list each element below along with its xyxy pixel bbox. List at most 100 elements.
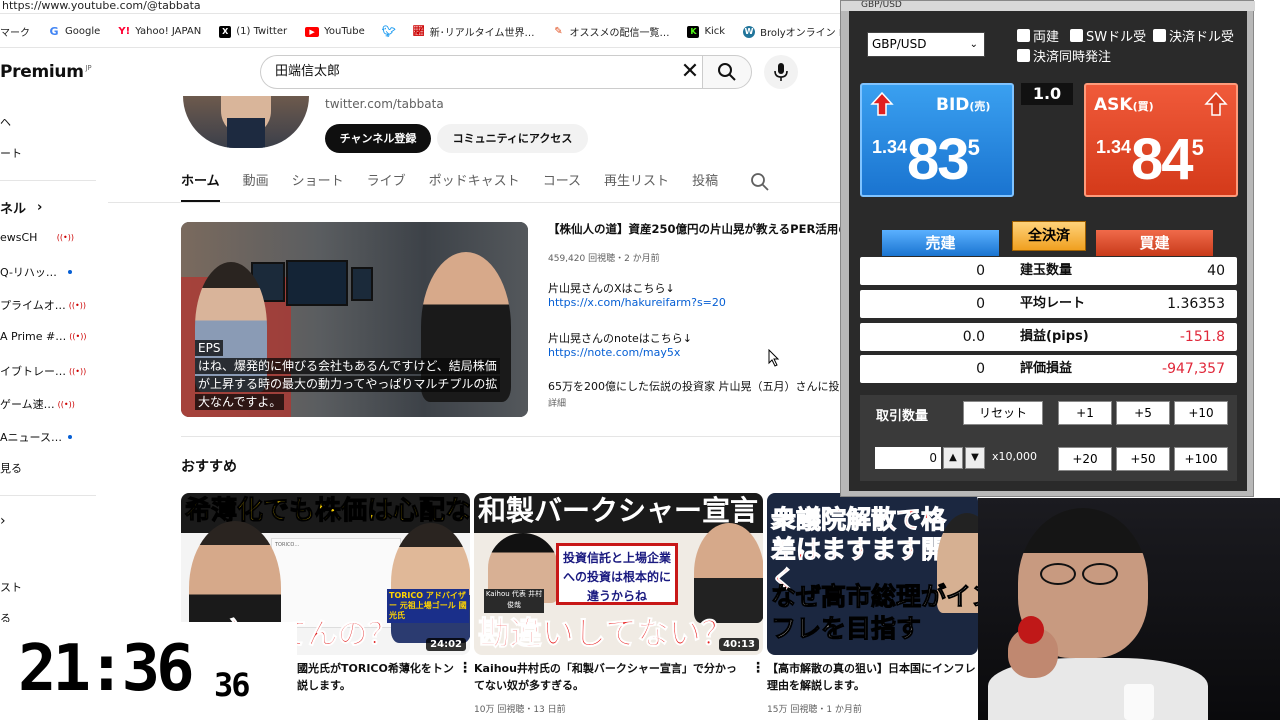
quantity-up-icon[interactable]: ▲ <box>943 447 963 469</box>
video-meta: 15万 回視聴・1 か月前 <box>767 705 862 715</box>
bookmark-label: Yahoo! JAPAN <box>135 26 202 37</box>
community-button[interactable]: コミュニティにアクセス <box>437 124 588 153</box>
sidebar-item-playlists[interactable]: スト <box>0 579 96 595</box>
video-thumbnail[interactable]: 和製バークシャー宣言 Kaihou 代表 井村俊哉 投資信託と上場企業への投資は… <box>474 493 763 655</box>
buy-value: -151.8 <box>1179 329 1225 345</box>
checkbox-settle-receive[interactable]: 決済ドル受 <box>1153 26 1234 45</box>
x-icon: X <box>219 25 232 38</box>
sidebar-item-channel[interactable]: Q-リハッ… <box>0 264 96 280</box>
video-title[interactable]: 國光氏がTORICO希薄化をトン説します。 <box>297 660 457 694</box>
checkbox-box[interactable] <box>1070 29 1083 42</box>
search-button[interactable] <box>702 55 752 89</box>
buy-value: -947,357 <box>1162 361 1225 377</box>
sidebar-item-channel[interactable]: A Prime #… ((•)) <box>0 330 96 343</box>
channel-avatar[interactable] <box>183 96 309 148</box>
tab-videos[interactable]: 動画 <box>243 172 269 202</box>
description-link[interactable]: https://note.com/may5x <box>548 346 680 359</box>
chevron-right-icon: › <box>37 200 43 215</box>
sidebar-item[interactable]: ヘ <box>0 114 96 130</box>
more-options-icon[interactable]: ⋮ <box>751 660 765 676</box>
fx-window-titlebar[interactable]: GBP/USD <box>841 1 1255 11</box>
tab-courses[interactable]: コース <box>543 172 581 202</box>
video-title[interactable]: 【高市解散の真の狙い】日本国にインフレ理由を解説します。 <box>767 660 977 694</box>
video-meta: 10万 回視聴・13 日前 <box>474 705 566 715</box>
reset-button[interactable]: リセット <box>963 401 1043 425</box>
search-input[interactable]: 田端信太郎 <box>260 55 708 89</box>
buy-value: 40 <box>1207 263 1225 279</box>
sell-position-header: 売建 <box>882 230 999 256</box>
price-label: BID <box>936 95 970 115</box>
checkbox-box[interactable] <box>1017 29 1030 42</box>
bookmark-label: Brolyオンライン HD：… <box>760 28 840 39</box>
tab-playlists[interactable]: 再生リスト <box>604 172 669 202</box>
description-more-link[interactable]: 詳細 <box>548 396 566 409</box>
bookmark-twitter[interactable]: X (1) Twitter <box>219 25 287 38</box>
bookmark-youtube[interactable]: ▶ YouTube <box>305 26 365 37</box>
close-all-button[interactable]: 全決済 <box>1012 221 1086 251</box>
address-bar[interactable]: https://www.youtube.com/@tabbata <box>0 0 840 14</box>
sidebar-item-channel[interactable]: ゲーム速… ((•)) <box>0 396 96 412</box>
thumbnail-badge: TORICO アドバイザー 元祖上場ゴール 國光氏 <box>387 589 469 623</box>
checkbox-sw-receive[interactable]: SWドル受 <box>1070 26 1146 45</box>
live-icon: ((•)) <box>56 233 74 242</box>
subscribe-button[interactable]: チャンネル登録 <box>325 124 431 153</box>
channel-link[interactable]: twitter.com/tabbata <box>325 97 444 111</box>
featured-video-title[interactable]: 【株仙人の道】資産250億円の片山晃が教えるPER活用の <box>548 221 840 237</box>
quantity-down-icon[interactable]: ▼ <box>965 447 985 469</box>
clear-search-icon[interactable]: ✕ <box>676 58 704 86</box>
add-1-button[interactable]: +1 <box>1058 401 1112 425</box>
bookmark-item[interactable]: マーク <box>0 24 30 39</box>
bookmark-broly[interactable]: W Brolyオンライン HD：… <box>743 24 840 39</box>
checkbox-label: 両建 <box>1033 30 1060 45</box>
tab-shorts[interactable]: ショート <box>292 172 344 202</box>
link-text[interactable]: https://note.com/may5x <box>548 346 680 359</box>
sidebar-item-channel[interactable]: ewsCH ((•)) <box>0 231 96 244</box>
sidebar-show-more[interactable]: 見る <box>0 460 96 476</box>
add-5-button[interactable]: +5 <box>1116 401 1170 425</box>
thumbnail-badge: Kaihou 代表 井村俊哉 <box>484 589 544 613</box>
bookmark-recommend[interactable]: ✎ オススメの配信一覧… <box>552 24 669 39</box>
video-thumbnail[interactable]: 衆議院解散で格差はますます開く なぜ高市総理がインフレを目指す <box>767 493 978 655</box>
featured-video-player[interactable]: EPS はね、爆発的に伸びる会社もあるんですけど、結局株価 が上昇する時の最大の… <box>181 222 528 417</box>
price-pip: 5 <box>967 135 980 160</box>
add-100-button[interactable]: +100 <box>1174 447 1228 471</box>
thumbnail-text: 和製バークシャー宣言 <box>478 494 759 527</box>
tab-live[interactable]: ライブ <box>367 172 406 202</box>
add-20-button[interactable]: +20 <box>1058 447 1112 471</box>
currency-pair-select[interactable]: GBP/USD ⌄ <box>867 32 985 57</box>
price-prefix: 1.34 <box>872 137 908 157</box>
add-10-button[interactable]: +10 <box>1174 401 1228 425</box>
checkbox-hedge[interactable]: 両建 <box>1017 26 1059 45</box>
tab-home[interactable]: ホーム <box>181 172 220 202</box>
sidebar-item-channel[interactable]: イブトレー… ((•)) <box>0 363 96 379</box>
sidebar-item-channel[interactable]: Aニュース… <box>0 429 96 445</box>
voice-search-button[interactable] <box>764 55 798 89</box>
sidebar-item-label: ゲーム速… <box>0 398 55 411</box>
sidebar-item-channel[interactable]: プライムオ… ((•)) <box>0 297 96 313</box>
bookmark-twitter-bird[interactable]: 🐦︎ <box>382 25 396 38</box>
sell-value: 0.0 <box>962 329 985 345</box>
quantity-input[interactable]: 0 <box>875 447 941 469</box>
bookmark-yahoo[interactable]: Y! Yahoo! JAPAN <box>118 26 201 38</box>
bookmark-kick[interactable]: K Kick <box>687 25 725 38</box>
live-icon: ((•)) <box>69 332 87 341</box>
bookmark-chart[interactable]: 📈︎ 新･リアルタイム世界… <box>412 24 534 39</box>
video-title[interactable]: Kaihou井村氏の「和製バークシャー宣言」で分かってない奴が多すぎる。 <box>474 660 739 694</box>
youtube-logo[interactable]: Premium JP <box>0 62 92 82</box>
ask-buy-button[interactable]: ASK(買) 1.34845 <box>1084 83 1238 197</box>
checkbox-box[interactable] <box>1017 49 1030 62</box>
bookmark-google[interactable]: G Google <box>48 25 100 38</box>
more-options-icon[interactable]: ⋮ <box>458 660 472 676</box>
description-link[interactable]: https://x.com/hakureifarm?s=20 <box>548 296 726 309</box>
link-text[interactable]: https://x.com/hakureifarm?s=20 <box>548 296 726 309</box>
sidebar-item[interactable]: ート <box>0 145 96 161</box>
bid-sell-button[interactable]: BID(売) 1.34835 <box>860 83 1014 197</box>
checkbox-box[interactable] <box>1153 29 1166 42</box>
checkbox-simultaneous-order[interactable]: 決済同時発注 <box>1017 46 1111 65</box>
channel-search-icon[interactable] <box>750 172 770 196</box>
tab-posts[interactable]: 投稿 <box>692 172 718 202</box>
add-50-button[interactable]: +50 <box>1116 447 1170 471</box>
tab-podcasts[interactable]: ポッドキャスト <box>429 172 520 202</box>
sidebar-section-subscriptions[interactable]: ネル › <box>0 198 96 217</box>
sidebar-section-you[interactable]: › <box>0 513 96 529</box>
